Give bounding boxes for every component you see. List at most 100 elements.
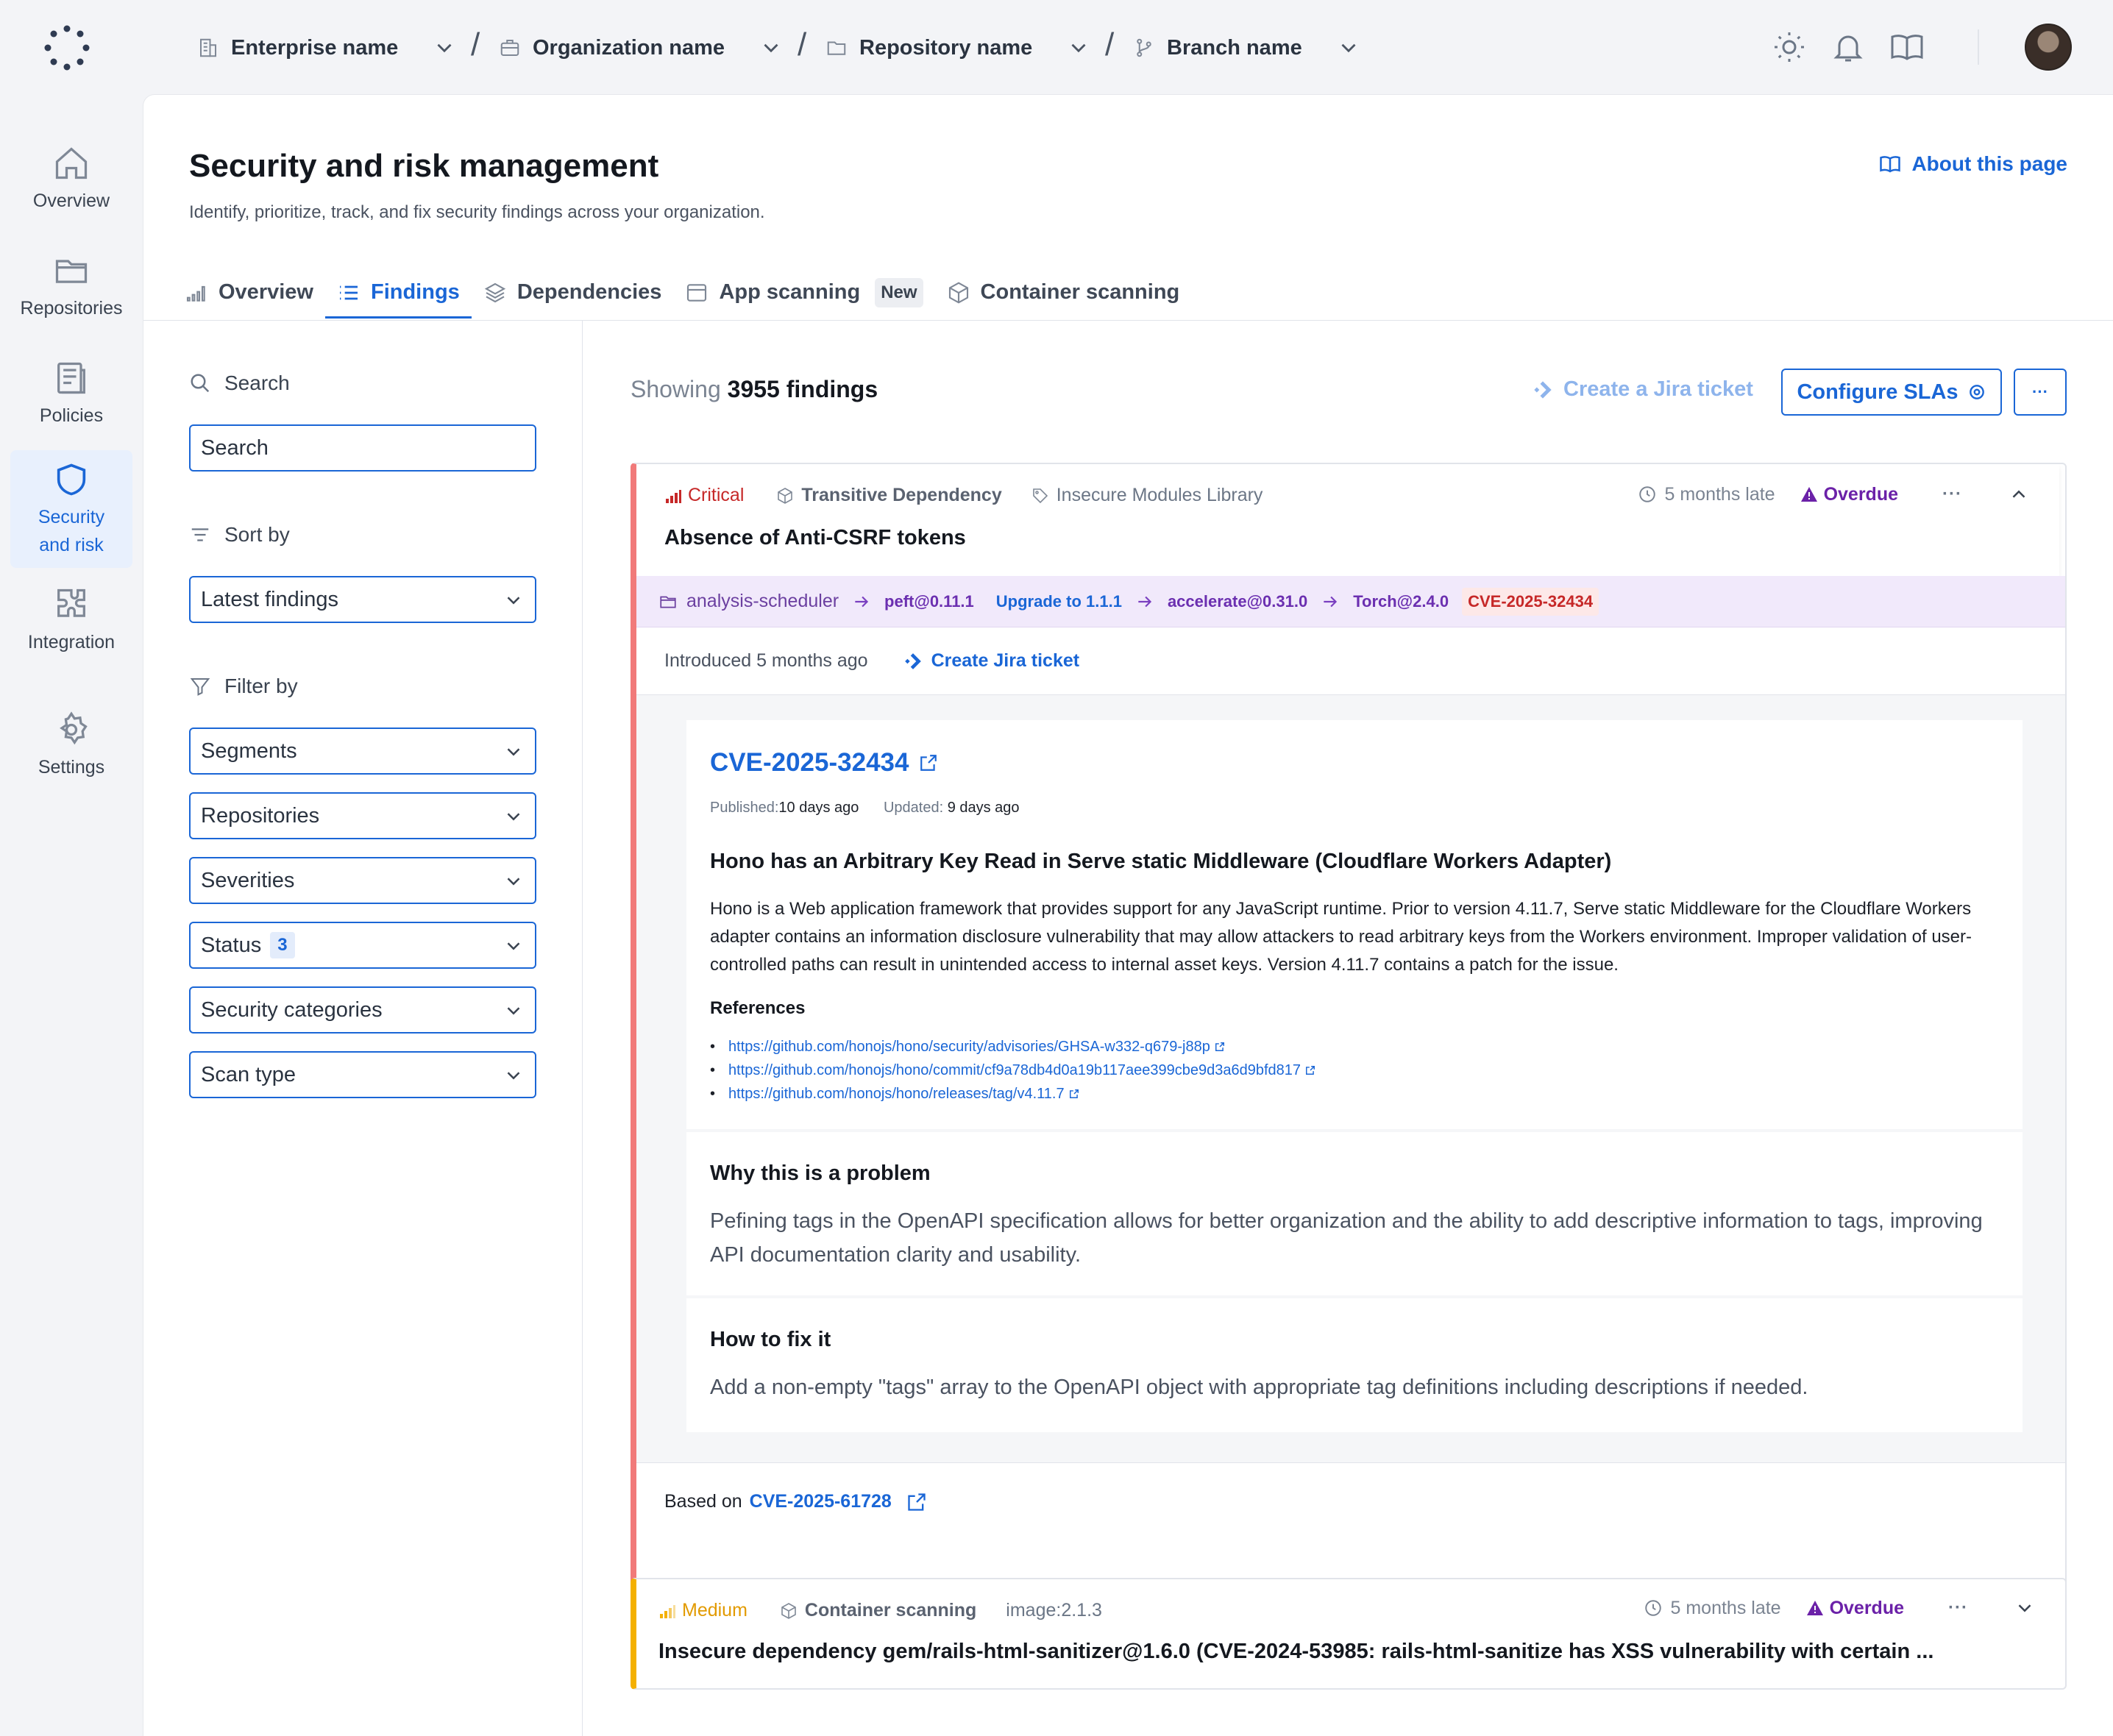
- gear-icon: [60, 711, 88, 745]
- sidebar-item-label: Overview: [32, 191, 110, 211]
- more-options-button[interactable]: ···: [2014, 369, 2067, 416]
- sidebar-item-label: Policies: [39, 405, 104, 426]
- jira-icon: [1534, 380, 1552, 399]
- dependency-package: accelerate@0.31.0: [1167, 591, 1308, 611]
- finding-card-header[interactable]: Critical Transitive Dependency Insecure …: [636, 464, 2059, 576]
- avatar[interactable]: [2025, 24, 2072, 71]
- sidebar-item-security-and-risk[interactable]: Security and risk: [10, 450, 132, 568]
- finding-more-button[interactable]: ···: [1942, 484, 1962, 505]
- published-label: Published:: [710, 800, 779, 816]
- search-input[interactable]: [201, 435, 525, 460]
- chevron-down-icon[interactable]: [1336, 35, 1361, 60]
- why-problem-body: Pefining tags in the OpenAPI specificati…: [710, 1209, 1983, 1267]
- tab-dependencies[interactable]: Dependencies: [472, 268, 674, 319]
- cve-link[interactable]: CVE-2025-32434: [710, 748, 938, 778]
- sun-icon[interactable]: [1772, 29, 1807, 65]
- about-this-page-link[interactable]: About this page: [1879, 152, 2067, 176]
- tab-app-scanning[interactable]: App scanning New: [673, 268, 934, 319]
- status-dropdown[interactable]: Status 3: [189, 922, 536, 969]
- sort-icon: [191, 528, 209, 541]
- finding-library-label: Insecure Modules Library: [1056, 485, 1263, 505]
- create-jira-ticket-link[interactable]: Create Jira ticket: [903, 650, 1079, 672]
- search-input-wrapper: [189, 424, 536, 472]
- published-value: 10 days ago: [778, 800, 859, 816]
- page-title: Security and risk management: [189, 148, 659, 184]
- scan-type-dropdown[interactable]: Scan type: [189, 1051, 536, 1098]
- updated-label: Updated:: [883, 800, 944, 816]
- reference-link[interactable]: https://github.com/honojs/hono/security/…: [710, 1035, 1315, 1059]
- sidebar: Overview Repositories Policies Security …: [0, 96, 143, 1736]
- finding-meta: Critical Transitive Dependency Insecure …: [664, 485, 1263, 506]
- finding-card-collapsed[interactable]: Medium Container scanning image:2.1.3 5 …: [631, 1578, 2067, 1690]
- configure-slas-label: Configure SLAs: [1797, 380, 1958, 404]
- arrow-right-icon: [1138, 596, 1152, 607]
- folder-icon: [827, 41, 846, 55]
- chevron-down-icon: [507, 878, 520, 886]
- signal-bars-icon: [666, 489, 681, 503]
- chevron-down-icon[interactable]: [1066, 35, 1091, 60]
- external-link-icon[interactable]: [906, 1492, 927, 1512]
- chevron-down-icon[interactable]: [432, 35, 457, 60]
- app-logo-icon[interactable]: [44, 25, 90, 71]
- sidebar-item-integration[interactable]: Integration: [10, 578, 132, 674]
- configure-slas-button[interactable]: Configure SLAs: [1781, 369, 2002, 416]
- finding-status: 5 months late Overdue ···: [1644, 1597, 2036, 1619]
- breadcrumb-organization[interactable]: Organization name: [499, 29, 784, 66]
- finding-status: 5 months late Overdue ···: [1638, 483, 2030, 505]
- severities-dropdown[interactable]: Severities: [189, 857, 536, 904]
- create-jira-ticket-button[interactable]: Create a Jira ticket: [1533, 377, 1753, 402]
- sort-select[interactable]: Latest findings: [189, 576, 536, 623]
- sidebar-item-policies[interactable]: Policies: [10, 352, 132, 447]
- tab-container-scanning[interactable]: Container scanning: [935, 268, 1192, 319]
- based-on-cve-link[interactable]: CVE-2025-61728: [750, 1491, 892, 1512]
- security-categories-dropdown[interactable]: Security categories: [189, 986, 536, 1034]
- breadcrumb-enterprise[interactable]: Enterprise name: [197, 29, 457, 66]
- how-to-fix-heading: How to fix it: [710, 1328, 831, 1351]
- reference-url: https://github.com/honojs/hono/releases/…: [728, 1086, 1065, 1102]
- finding-title[interactable]: Insecure dependency gem/rails-html-sanit…: [658, 1640, 1933, 1664]
- reference-link[interactable]: https://github.com/honojs/hono/commit/cf…: [710, 1059, 1315, 1082]
- finding-library: Insecure Modules Library: [1031, 485, 1263, 506]
- chevron-down-icon[interactable]: [2014, 1597, 2036, 1619]
- finding-type-label: Transitive Dependency: [801, 485, 1002, 505]
- briefcase-icon: [500, 40, 519, 56]
- tab-label: Overview: [219, 280, 313, 304]
- home-icon: [55, 147, 88, 179]
- tab-findings[interactable]: Findings: [324, 268, 472, 319]
- dependency-path: analysis-scheduler peft@0.11.1 Upgrade t…: [636, 576, 2065, 627]
- warning-icon: [1800, 487, 1817, 502]
- dependency-package: Torch@2.4.0: [1353, 591, 1449, 611]
- breadcrumb-repository[interactable]: Repository name: [825, 29, 1091, 66]
- bell-icon[interactable]: [1830, 29, 1866, 65]
- chevron-up-icon[interactable]: [2008, 483, 2030, 505]
- tab-bar: Overview Findings Dependencies App scann…: [173, 268, 1191, 320]
- segments-dropdown[interactable]: Segments: [189, 728, 536, 775]
- upgrade-link[interactable]: Upgrade to 1.1.1: [996, 592, 1122, 611]
- toolbar-divider: [1978, 29, 1979, 65]
- arrow-right-icon: [1324, 596, 1338, 607]
- repositories-dropdown[interactable]: Repositories: [189, 792, 536, 839]
- folder-icon: [55, 260, 88, 283]
- chevron-down-icon[interactable]: [759, 35, 784, 60]
- chevron-down-icon: [507, 597, 520, 605]
- finding-title[interactable]: Absence of Anti-CSRF tokens: [664, 526, 966, 550]
- tab-overview[interactable]: Overview: [173, 268, 325, 319]
- sidebar-item-overview[interactable]: Overview: [10, 137, 132, 232]
- breadcrumb-branch[interactable]: Branch name: [1133, 29, 1361, 66]
- dependency-repo[interactable]: analysis-scheduler: [658, 591, 839, 612]
- sidebar-item-settings[interactable]: Settings: [10, 703, 132, 799]
- filter-heading: Filter by: [189, 675, 298, 698]
- cube-icon: [948, 281, 968, 304]
- sla-late: 5 months late: [1638, 484, 1775, 505]
- book-icon[interactable]: [1889, 29, 1925, 65]
- finding-more-button[interactable]: ···: [1948, 1598, 1968, 1618]
- breadcrumb-separator: /: [1105, 26, 1115, 63]
- dropdown-label: Security categories: [201, 997, 383, 1022]
- cube-icon: [778, 487, 793, 504]
- reference-link[interactable]: https://github.com/honojs/hono/releases/…: [710, 1082, 1315, 1106]
- severity-label: Medium: [682, 1600, 747, 1621]
- top-bar: Enterprise name / Organization name / Re…: [0, 0, 2113, 96]
- sidebar-item-label: Integration: [27, 632, 116, 652]
- chevron-down-icon: [507, 1072, 520, 1080]
- sidebar-item-repositories[interactable]: Repositories: [10, 244, 132, 340]
